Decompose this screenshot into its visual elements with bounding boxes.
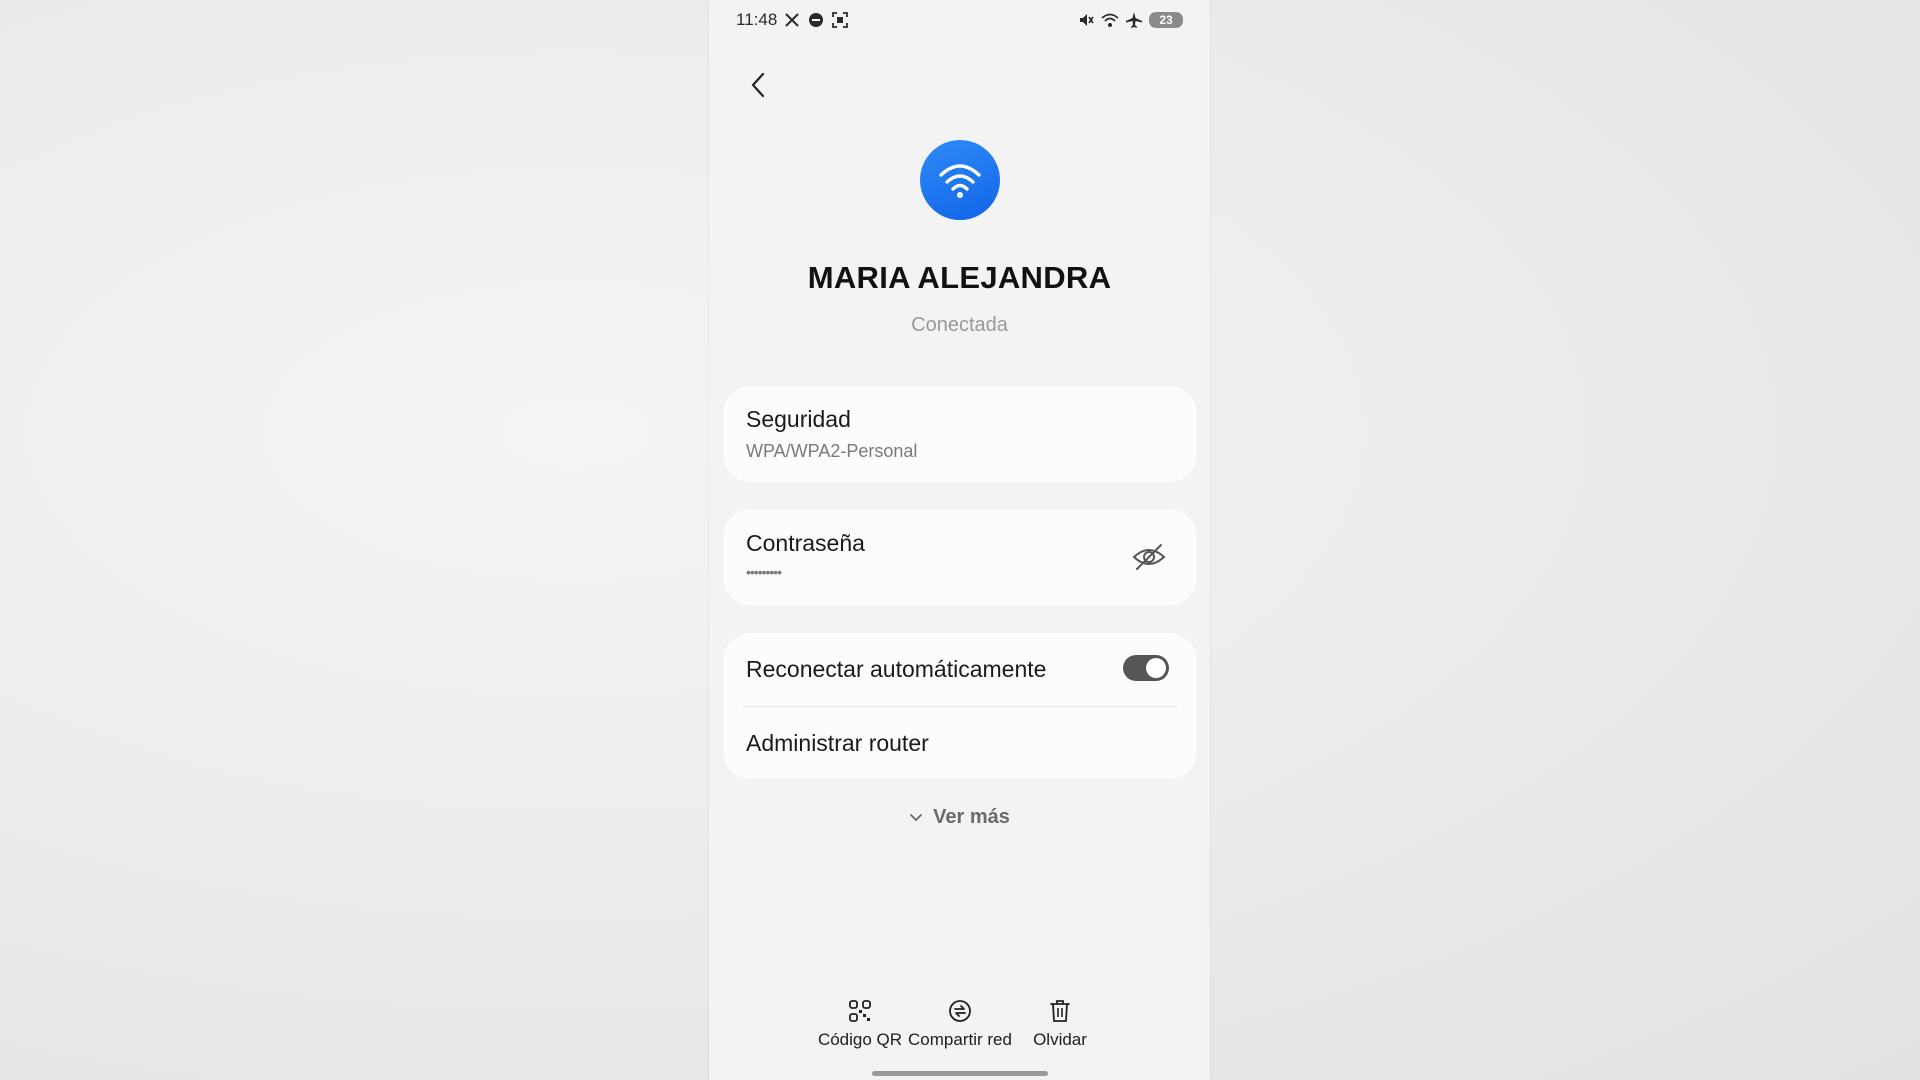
network-status: Conectada — [911, 314, 1008, 336]
eye-off-icon — [1132, 544, 1166, 570]
auto-reconnect-row[interactable]: Reconectar automáticamente — [723, 633, 1197, 706]
status-bar: 11:48 23 — [736, 8, 1183, 32]
network-name: MARIA ALEJANDRA — [807, 260, 1112, 295]
mute-icon — [1077, 11, 1095, 29]
trash-icon — [1047, 998, 1073, 1024]
home-indicator[interactable] — [872, 1071, 1048, 1076]
screenshot-icon — [831, 11, 849, 29]
status-time: 11:48 — [736, 10, 778, 29]
manage-router-label: Administrar router — [746, 730, 929, 756]
forget-label: Olvidar — [1033, 1030, 1087, 1049]
status-bar-left: 11:48 — [736, 10, 849, 30]
see-more-label: Ver más — [933, 806, 1010, 828]
qr-code-label: Código QR — [817, 1030, 903, 1049]
vpn-icon — [807, 11, 825, 29]
toggle-password-visibility-button[interactable] — [1131, 541, 1167, 573]
password-card[interactable]: Contraseña ••••••••• — [723, 509, 1197, 605]
qr-code-icon — [847, 998, 873, 1024]
security-value: WPA/WPA2-Personal — [746, 441, 918, 461]
bottom-action-bar: Código QR Compartir red Olvidar — [709, 998, 1210, 1058]
options-card: Reconectar automáticamente Administrar r… — [723, 633, 1197, 779]
password-title: Contraseña — [746, 530, 865, 556]
see-more-button[interactable]: Ver más — [709, 806, 1210, 829]
security-title: Seguridad — [746, 406, 851, 432]
phone-screen: 11:48 23 MARIA ALEJANDRA Conectada Segur… — [709, 0, 1210, 1080]
security-card: Seguridad WPA/WPA2-Personal — [723, 386, 1197, 482]
forget-button[interactable]: Olvidar — [995, 998, 1125, 1058]
back-button[interactable] — [743, 68, 773, 102]
wifi-icon — [939, 164, 981, 198]
auto-reconnect-label: Reconectar automáticamente — [746, 656, 1047, 682]
network-wifi-icon — [920, 140, 1000, 220]
chevron-left-icon — [751, 72, 765, 98]
status-bar-right: 23 — [1077, 11, 1183, 29]
wifi-icon — [1101, 11, 1119, 29]
auto-reconnect-toggle[interactable] — [1123, 655, 1169, 681]
manage-router-row[interactable]: Administrar router — [723, 707, 1197, 779]
password-value: ••••••••• — [746, 564, 782, 580]
share-network-icon — [947, 998, 973, 1024]
airplane-icon — [1125, 11, 1143, 29]
toggle-knob — [1146, 658, 1166, 678]
battery-indicator: 23 — [1149, 12, 1183, 28]
chevron-down-icon — [910, 813, 923, 821]
x-icon — [783, 11, 801, 29]
